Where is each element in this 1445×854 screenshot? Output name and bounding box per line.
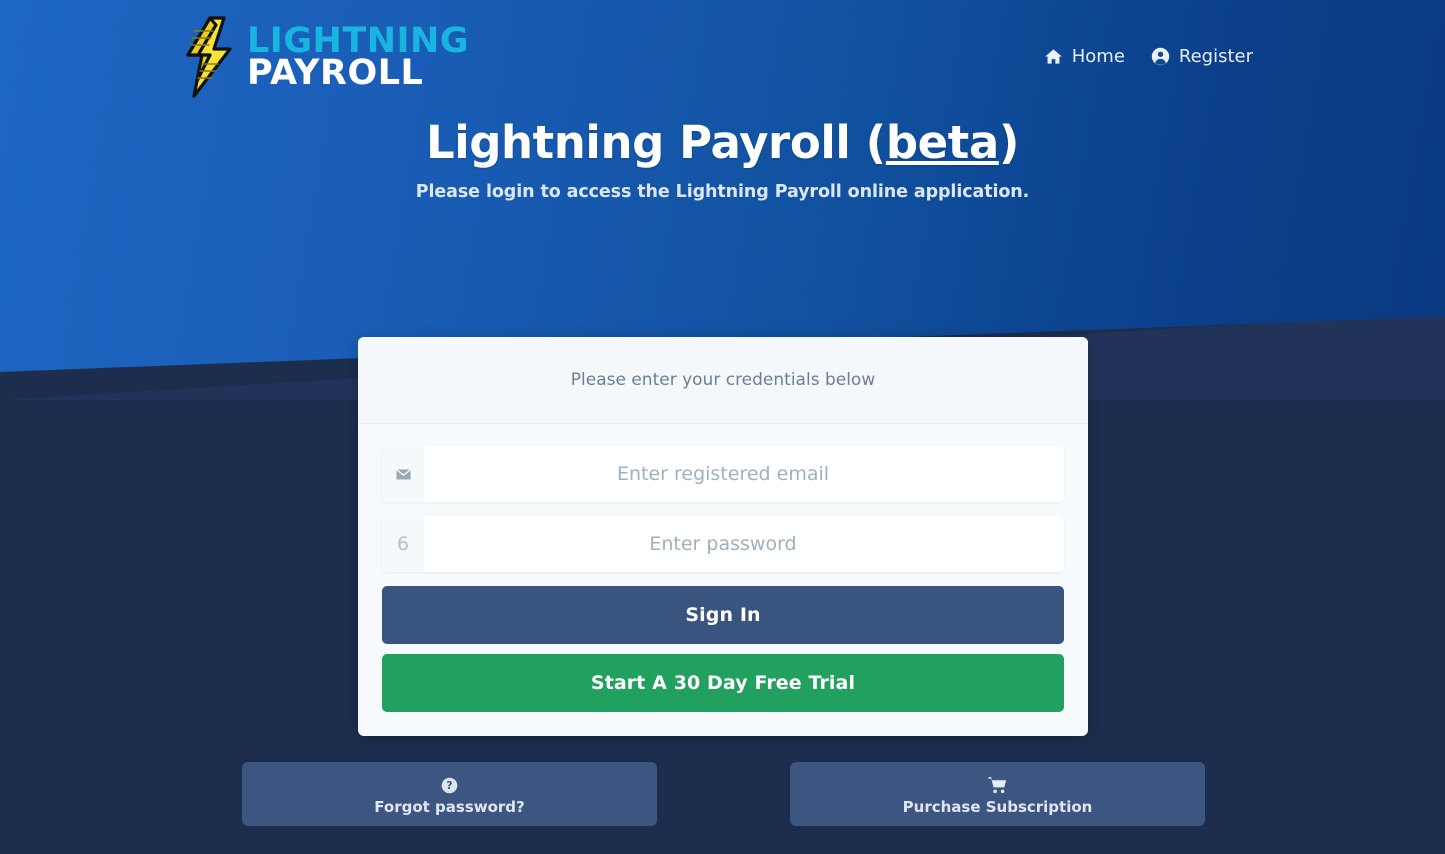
hero-section: Lightning Payroll (beta) Please login to… — [0, 116, 1445, 203]
login-page: LIGHTNING PAYROLL Home Register Lightnin… — [0, 0, 1445, 854]
purchase-subscription-button[interactable]: Purchase Subscription — [790, 762, 1205, 826]
user-circle-icon — [1151, 47, 1170, 66]
nav-link-home-label: Home — [1071, 45, 1125, 67]
nav-link-register[interactable]: Register — [1151, 46, 1253, 67]
unlock-icon-glyph: 6 — [396, 533, 410, 555]
email-input[interactable] — [424, 446, 1064, 502]
password-input-group: 6 — [382, 516, 1064, 572]
svg-text:?: ? — [446, 779, 452, 792]
shopping-cart-icon — [988, 776, 1007, 794]
page-title-close: ) — [998, 116, 1020, 169]
free-trial-button[interactable]: Start A 30 Day Free Trial — [382, 654, 1064, 712]
nav-links: Home Register — [1044, 46, 1253, 67]
bottom-actions: ? Forgot password? Purchase Subscription — [242, 762, 1205, 826]
question-circle-icon: ? — [441, 776, 458, 794]
login-card-header: Please enter your credentials below — [358, 337, 1088, 424]
purchase-subscription-label: Purchase Subscription — [902, 798, 1093, 816]
nav-link-register-label: Register — [1178, 45, 1253, 67]
credentials-prompt: Please enter your credentials below — [570, 370, 876, 390]
page-title: Lightning Payroll (beta) — [0, 116, 1445, 169]
forgot-password-button[interactable]: ? Forgot password? — [242, 762, 657, 826]
forgot-password-label: Forgot password? — [374, 798, 525, 816]
nav-link-home[interactable]: Home — [1044, 46, 1125, 67]
sign-in-button[interactable]: Sign In — [382, 586, 1064, 644]
brand-wordmark: LIGHTNING PAYROLL — [247, 23, 469, 93]
home-icon — [1044, 47, 1063, 66]
beta-link[interactable]: beta — [886, 116, 999, 169]
login-card-body: 6 Sign In Start A 30 Day Free Trial — [358, 424, 1088, 736]
login-card: Please enter your credentials below 6 Si… — [358, 337, 1088, 736]
lightning-bolt-icon — [186, 16, 232, 98]
unlock-icon: 6 — [382, 516, 424, 572]
email-input-group — [382, 446, 1064, 502]
page-title-main: Lightning Payroll ( — [425, 116, 886, 169]
page-subtitle: Please login to access the Lightning Pay… — [415, 182, 1030, 203]
envelope-icon — [382, 446, 424, 502]
brand-logo[interactable]: LIGHTNING PAYROLL — [180, 15, 469, 99]
navbar: LIGHTNING PAYROLL Home Register — [0, 0, 1445, 112]
password-input[interactable] — [424, 516, 1064, 572]
brand-line-payroll: PAYROLL — [247, 53, 424, 93]
